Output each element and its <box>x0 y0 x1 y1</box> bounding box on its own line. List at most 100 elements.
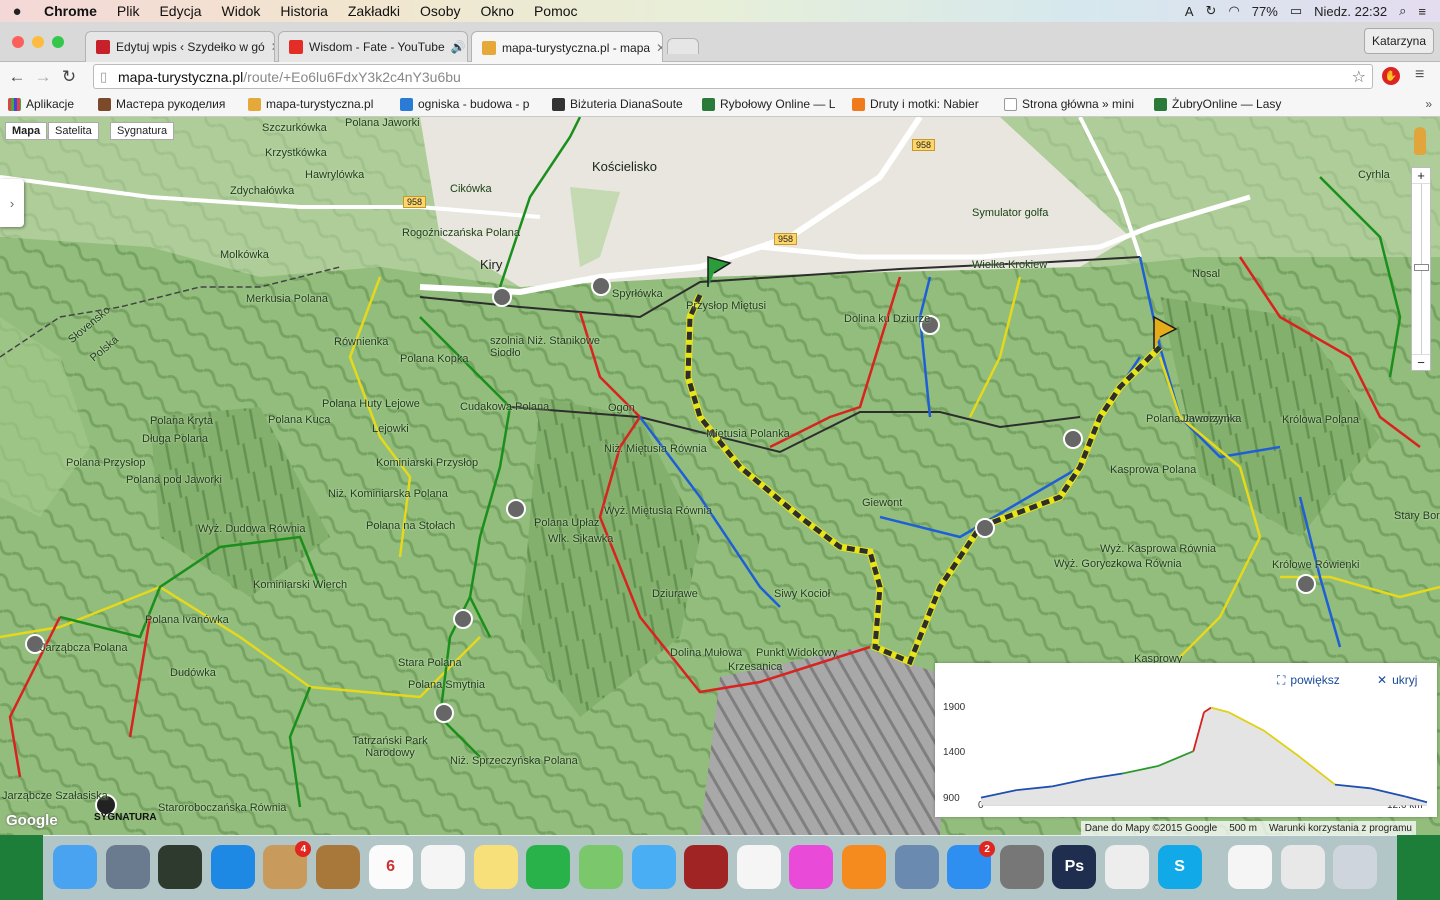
bookmark-label: Aplikacje <box>26 97 75 111</box>
place-label: Polana Przysłop <box>66 457 146 469</box>
menu-app-name[interactable]: Chrome <box>34 3 107 19</box>
launchpad-icon[interactable] <box>105 845 150 889</box>
map-type-sygnatura-button[interactable]: Sygnatura <box>110 122 175 140</box>
calendar-icon[interactable]: 6 <box>368 845 413 889</box>
place-label: Cikówka <box>450 183 492 195</box>
place-label: Giewont <box>862 497 903 509</box>
menu-edycja[interactable]: Edycja <box>149 3 211 19</box>
adblock-icon[interactable]: ✋ <box>1382 67 1400 85</box>
place-label: Merkusia Polana <box>246 293 328 305</box>
bookmarks-overflow-icon[interactable]: » <box>1425 97 1440 111</box>
tab-close-icon[interactable]: ✕ <box>656 41 662 55</box>
zoom-in-button[interactable]: + <box>1412 168 1430 184</box>
tab-edytuj-wpis[interactable]: Edytuj wpis ‹ Szydełko w gó ✕ <box>85 31 275 62</box>
app-store-icon[interactable]: 2 <box>947 841 996 889</box>
itunes-icon[interactable] <box>789 845 834 889</box>
bookmark-rybolowy[interactable]: Rybołowy Online — L <box>694 97 844 111</box>
map-type-satelita-button[interactable]: Satelita <box>48 122 99 140</box>
document-icon[interactable] <box>1228 845 1273 889</box>
chrome-menu-icon[interactable]: ≡ <box>1415 66 1424 84</box>
place-label: Polana Smytnia <box>408 679 486 691</box>
close-window-button[interactable] <box>12 36 24 48</box>
battery-icon[interactable]: ▭ <box>1290 3 1302 19</box>
notification-center-icon[interactable]: ≡ <box>1418 4 1426 19</box>
google-logo[interactable]: Google <box>6 812 58 829</box>
apple-menu-icon[interactable]: ● <box>0 3 34 20</box>
road-shield: 958 <box>774 233 798 245</box>
profile-button[interactable]: Katarzyna <box>1363 28 1434 54</box>
facetime-icon[interactable] <box>526 845 571 889</box>
map-type-mapa-button[interactable]: Mapa <box>5 122 48 140</box>
menu-historia[interactable]: Historia <box>270 3 337 19</box>
address-bar[interactable]: ▯ mapa-turystyczna.pl/route/+Eo6lu6FdxY3… <box>93 64 1373 89</box>
sygnatura-logo[interactable]: SYGNATURA <box>94 812 157 823</box>
zoom-out-button[interactable]: − <box>1412 354 1430 370</box>
new-tab-button[interactable] <box>667 38 699 54</box>
zoom-window-button[interactable] <box>52 36 64 48</box>
menu-plik[interactable]: Plik <box>107 3 150 19</box>
photoshop-icon[interactable]: Ps <box>1052 845 1097 889</box>
reload-icon[interactable]: ↻ <box>56 67 82 87</box>
reminders-icon[interactable] <box>421 845 466 889</box>
bookmark-zubryonline[interactable]: ŻubryOnline — Lasy <box>1146 97 1296 111</box>
mail-icon[interactable]: 4 <box>263 841 312 889</box>
preview-icon[interactable] <box>894 845 939 889</box>
menu-okno[interactable]: Okno <box>470 3 523 19</box>
place-label: Ogon <box>608 402 635 414</box>
spotlight-icon[interactable]: ⌕ <box>1399 3 1406 19</box>
bookmark-favicon <box>400 97 413 111</box>
side-panel-toggle-icon[interactable]: › <box>0 179 24 227</box>
zoom-control: + − <box>1411 167 1431 371</box>
contacts-icon[interactable] <box>316 845 360 889</box>
skype-icon[interactable]: S <box>1157 845 1202 889</box>
tab-youtube[interactable]: Wisdom - Fate - YouTube 🔊 ✕ <box>278 31 468 62</box>
messages-icon[interactable] <box>631 845 676 889</box>
safari-icon[interactable] <box>210 845 255 889</box>
menu-pomoc[interactable]: Pomoc <box>524 3 588 19</box>
mission-control-icon[interactable] <box>158 845 203 889</box>
back-icon[interactable]: ← <box>4 67 30 87</box>
battery-percent: 77% <box>1251 3 1278 19</box>
photos-icon[interactable] <box>736 845 781 889</box>
finder-icon[interactable] <box>53 845 97 889</box>
terms-link[interactable]: Warunki korzystania z programu <box>1269 823 1412 834</box>
street-view-pegman-icon[interactable] <box>1414 127 1426 155</box>
input-source-icon[interactable]: A <box>1185 4 1194 19</box>
bookmark-mastera[interactable]: Мастера рукоделия <box>90 97 240 111</box>
bookmark-mapa-turystyczna[interactable]: mapa-turystyczna.pl <box>240 97 392 111</box>
zoom-slider-handle[interactable] <box>1414 264 1429 271</box>
forward-icon[interactable]: → <box>30 67 56 87</box>
system-preferences-icon[interactable] <box>999 845 1044 889</box>
tab-title: Wisdom - Fate - YouTube <box>309 40 445 54</box>
clock[interactable]: Niedz. 22:32 <box>1314 4 1387 19</box>
bookmark-ogniska[interactable]: ogniska - budowa - p <box>392 97 544 111</box>
place-label: szolnia Niż. Stanikowe Siodło <box>490 335 601 359</box>
wifi-icon[interactable]: ◠ <box>1228 3 1239 19</box>
map-view[interactable]: Mapa Satelita Sygnatura › + − Szczurkówk… <box>0 117 1440 835</box>
notes-icon[interactable] <box>473 845 518 889</box>
maps-icon[interactable] <box>579 845 623 889</box>
bookmark-strona-glowna[interactable]: Strona główna » mini <box>996 97 1146 111</box>
elevation-chart[interactable] <box>935 663 1437 817</box>
trash-icon[interactable] <box>1333 845 1378 889</box>
screenshot-icon[interactable] <box>1280 845 1325 889</box>
chrome-icon[interactable] <box>1105 845 1149 889</box>
zoom-slider[interactable] <box>1412 184 1430 354</box>
tab-mapa-turystyczna[interactable]: mapa-turystyczna.pl - mapa ✕ <box>471 31 663 63</box>
photo-booth-icon[interactable] <box>684 845 729 889</box>
menu-zakladki[interactable]: Zakładki <box>338 3 410 19</box>
menu-osoby[interactable]: Osoby <box>410 3 470 19</box>
sync-icon[interactable]: ↻ <box>1206 3 1217 19</box>
menu-widok[interactable]: Widok <box>212 3 271 19</box>
audio-playing-icon[interactable]: 🔊 <box>451 40 466 54</box>
minimize-window-button[interactable] <box>32 36 44 48</box>
place-label: Kominiarski Wierch <box>253 579 348 591</box>
bookmark-aplikacje[interactable]: Aplikacje <box>0 97 90 111</box>
bookmark-star-icon[interactable]: ☆ <box>1352 67 1366 87</box>
bookmark-bizuteria[interactable]: Biżuteria DianaSoute <box>544 97 694 111</box>
bookmark-druty[interactable]: Druty i motki: Nabier <box>844 97 996 111</box>
place-label: Polana na Stołach <box>366 520 456 532</box>
ibooks-icon[interactable] <box>842 845 886 889</box>
tab-strip: Edytuj wpis ‹ Szydełko w gó ✕ Wisdom - F… <box>0 22 1440 63</box>
tab-close-icon[interactable]: ✕ <box>271 40 274 54</box>
